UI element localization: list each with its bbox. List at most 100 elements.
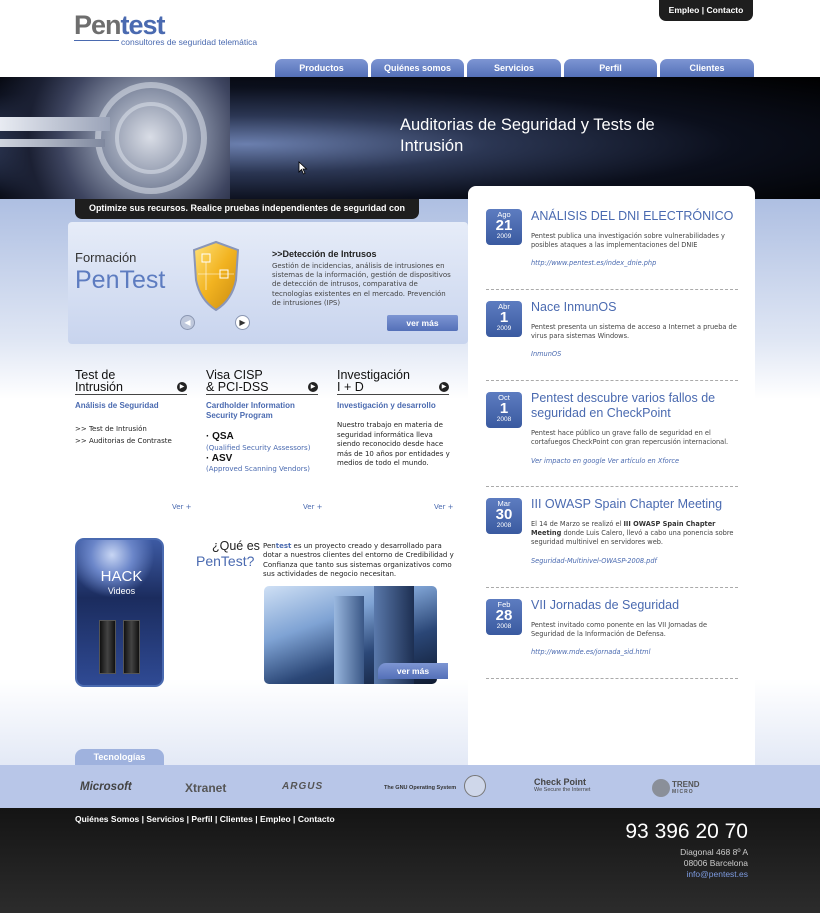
col2-title-line2: & PCI-DSS — [206, 380, 269, 394]
col2-ver-link[interactable]: Ver + — [303, 503, 323, 511]
nav-tab-clientes[interactable]: Clientes — [660, 59, 754, 77]
col1-ver-link[interactable]: Ver + — [172, 503, 192, 511]
col1-chevron-icon[interactable]: ▶ — [177, 382, 187, 392]
footer-link-quienes[interactable]: Quiénes Somos — [75, 814, 139, 824]
col2-subtitle: Cardholder Information Security Program — [206, 401, 295, 421]
gnu-head-icon — [464, 775, 486, 797]
news-title[interactable]: Nace InmunOS — [531, 300, 741, 315]
xtranet-logo[interactable]: Xtranet — [185, 781, 226, 795]
promo-text: Gestión de incidencias, análisis de intr… — [272, 262, 451, 307]
footer-link-contacto[interactable]: Contacto — [298, 814, 335, 824]
que-es-ver-mas-button[interactable]: ver más — [378, 663, 448, 679]
arrow-right-icon: ▶ — [239, 318, 246, 327]
nav-tab-productos[interactable]: Productos — [275, 59, 368, 77]
address-line2: 08006 Barcelona — [683, 858, 748, 868]
cursor-icon — [298, 161, 308, 175]
promo-next-button[interactable]: ▶ — [235, 315, 250, 330]
top-links: Empleo | Contacto — [659, 0, 753, 21]
que-es-body: es un proyecto creado y desarrollado par… — [263, 542, 454, 579]
news-year: 2008 — [496, 416, 512, 423]
news-title[interactable]: III OWASP Spain Chapter Meeting — [531, 497, 741, 512]
col3-rule — [337, 394, 449, 395]
news-link[interactable]: http://www.mde.es/jornada_sid.html — [531, 648, 650, 656]
news-link[interactable]: Seguridad-Multinivel-OWASP-2008.pdf — [531, 557, 657, 565]
news-divider — [486, 678, 738, 679]
checkpoint-logo[interactable]: Check Point We Secure the Internet — [534, 777, 590, 793]
logo-part1: Pen — [74, 10, 122, 40]
logo-tagline: consultores de seguridad telemática — [121, 37, 258, 47]
email-link[interactable]: info@pentest.es — [600, 869, 748, 879]
news-day: 30 — [495, 506, 513, 523]
footer-separator: | — [186, 814, 189, 824]
news-body-c: donde Luis Calero, llevó a cabo una pone… — [531, 529, 734, 546]
news-divider — [486, 587, 738, 588]
logo-part2: test — [120, 10, 166, 40]
news-link[interactable]: Ver impacto en google Ver artículo en Xf… — [531, 457, 679, 465]
news-day: 1 — [499, 400, 509, 417]
news-year: 2009 — [496, 325, 512, 332]
asv-label: · ASV — [206, 453, 233, 464]
footer-link-servicios[interactable]: Servicios — [146, 814, 184, 824]
news-body-a: El 14 de Marzo se realizó el — [531, 520, 624, 528]
qsa-sub: (Qualified Security Assessors) — [206, 444, 311, 452]
col3-subtitle: Investigación y desarrollo — [337, 401, 436, 410]
footer-link-empleo[interactable]: Empleo — [260, 814, 291, 824]
news-year: 2008 — [496, 522, 512, 529]
hack-videos-banner[interactable]: HACK Videos — [75, 538, 164, 687]
microsoft-logo[interactable]: Microsoft — [80, 781, 132, 793]
hack-subtitle: Videos — [107, 586, 136, 596]
formacion-label: Formación — [75, 250, 137, 265]
que-es-line2: PenTest? — [196, 553, 255, 569]
news-title[interactable]: ANÁLISIS DEL DNI ELECTRÓNICO — [531, 209, 741, 224]
news-link[interactable]: InmunOS — [531, 350, 561, 358]
col1-subtitle: Análisis de Seguridad — [75, 401, 159, 410]
footer-links: Quiénes Somos | Servicios | Perfil | Cli… — [75, 814, 335, 824]
empleo-link[interactable]: Empleo — [669, 5, 700, 15]
footer-link-perfil[interactable]: Perfil — [191, 814, 212, 824]
vault-bolt — [0, 117, 110, 131]
contacto-link[interactable]: Contacto — [707, 5, 744, 15]
news-link[interactable]: http://www.pentest.es/index_dnie.php — [531, 259, 656, 267]
promo-ver-mas-button[interactable]: ver más — [387, 315, 458, 331]
col2-title: Visa CISP & PCI-DSS — [206, 369, 269, 394]
argus-logo[interactable]: ARGUS — [282, 781, 323, 792]
col3-ver-link[interactable]: Ver + — [434, 503, 454, 511]
vault-bolt — [0, 139, 105, 147]
trend-sub: MICRO — [672, 789, 694, 795]
col2-subtitle-line1: Cardholder Information — [206, 401, 295, 410]
tecnologias-tab[interactable]: Tecnologías — [75, 749, 164, 765]
news-day: 28 — [495, 607, 513, 624]
news-body: Pentest invitado como ponente en las VII… — [531, 621, 708, 638]
col1-title-line2: Intrusión — [75, 380, 123, 394]
footer-separator: | — [141, 814, 145, 824]
shield-icon — [192, 240, 240, 312]
news-title[interactable]: Pentest descubre varios fallos de seguri… — [531, 391, 741, 421]
col2-chevron-icon[interactable]: ▶ — [308, 382, 318, 392]
hero-banner: Auditorias de Seguridad y Tests de Intru… — [0, 77, 820, 199]
col2-rule — [206, 394, 318, 395]
nav-tab-quienes-somos[interactable]: Quiénes somos — [371, 59, 464, 77]
promo-prev-button[interactable]: ◀ — [180, 315, 195, 330]
nav-tab-servicios[interactable]: Servicios — [467, 59, 561, 77]
checkpoint-name: Check Point — [534, 777, 587, 787]
footer-link-clientes[interactable]: Clientes — [220, 814, 253, 824]
news-day: 21 — [495, 217, 513, 234]
news-date: Oct 1 2008 — [486, 392, 522, 428]
promo-title: >>Detección de Intrusos — [272, 249, 377, 259]
vault-ring-inner — [115, 102, 187, 174]
gnu-logo[interactable]: The GNU Operating System — [384, 785, 456, 791]
news-year: 2008 — [496, 623, 512, 630]
news-body: Pentest presenta un sistema de acceso a … — [531, 323, 737, 340]
trend-name: TREND — [672, 780, 700, 789]
optimize-bar: Optimize sus recursos. Realice pruebas i… — [75, 199, 419, 231]
news-year: 2009 — [496, 233, 512, 240]
col1-rule — [75, 394, 187, 395]
nav-tab-perfil[interactable]: Perfil — [564, 59, 657, 77]
logo[interactable]: Pentest — [74, 10, 166, 40]
top-links-separator: | — [701, 5, 705, 15]
col3-chevron-icon[interactable]: ▶ — [439, 382, 449, 392]
col1-link-auditorias[interactable]: >> Auditorias de Contraste — [75, 435, 172, 448]
news-title[interactable]: VII Jornadas de Seguridad — [531, 598, 741, 613]
news-body: El 14 de Marzo se realizó el III OWASP S… — [531, 520, 737, 547]
trend-logo[interactable]: TREND MICRO — [672, 780, 700, 795]
